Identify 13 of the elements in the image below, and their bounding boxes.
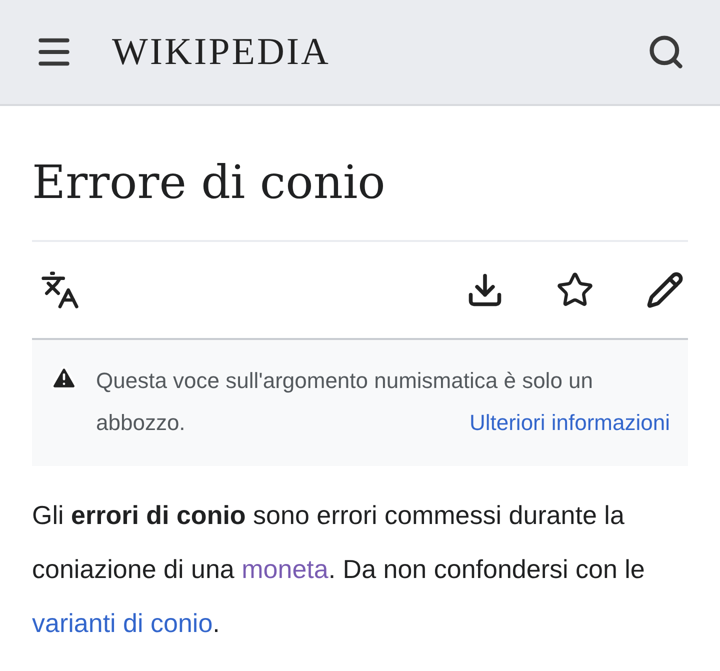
article-paragraph: Gli errori di conio sono errori commessi durante la coniazione di una moneta. Da non confondersi con le varianti di conio. (32, 499, 646, 640)
article-link[interactable]: varianti di conio (32, 608, 213, 638)
more-info-link[interactable]: Ulteriori informazioni (469, 402, 670, 444)
article-link[interactable]: moneta (242, 554, 328, 584)
download-icon[interactable] (466, 271, 504, 309)
wikipedia-wordmark[interactable]: WIKIPEDIA (112, 24, 331, 80)
pencil-icon[interactable] (646, 271, 684, 309)
notice-text: Questa voce sull'argomento numismatica è solo un abbozzo. Ulteriori informazioni (96, 360, 670, 444)
language-icon[interactable] (40, 270, 80, 310)
search-icon[interactable] (647, 33, 685, 71)
page-title: Errore di conio (32, 154, 386, 210)
warning-icon (50, 364, 78, 392)
star-icon[interactable] (556, 271, 594, 309)
